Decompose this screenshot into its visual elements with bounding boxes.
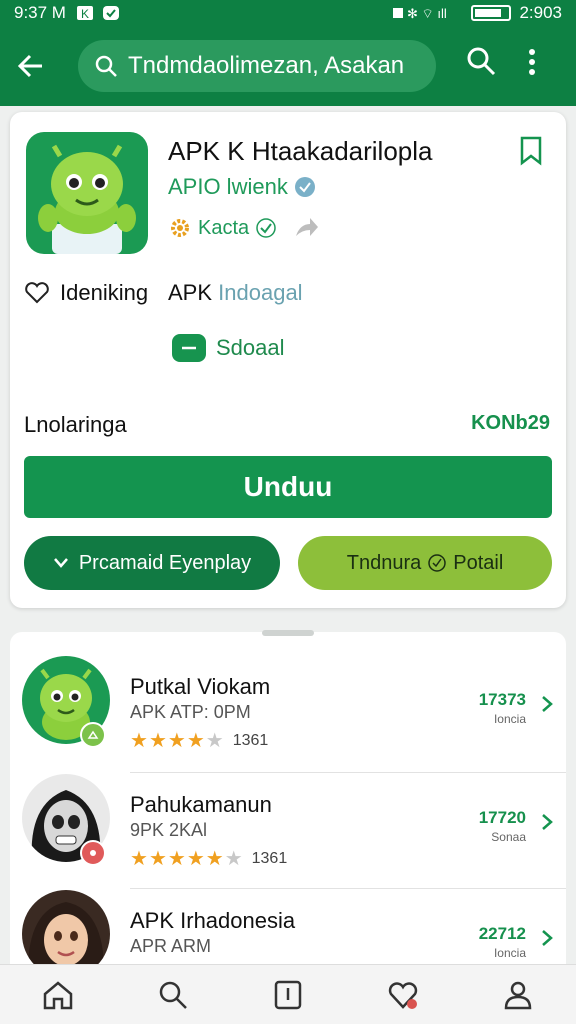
nav-profile[interactable] xyxy=(493,970,543,1020)
share-icon xyxy=(296,218,318,236)
item-meta: 9PK 2KAl xyxy=(130,820,208,840)
install-button[interactable]: Unduu xyxy=(24,456,552,518)
status-right: ✻ ⌔ ıll 2:903 xyxy=(393,3,562,23)
tag-pill[interactable]: Sdoaal xyxy=(172,334,285,362)
battery-text: 2:903 xyxy=(519,3,562,22)
back-button[interactable] xyxy=(0,36,60,96)
secondary-right-button[interactable]: Tndnura Potail xyxy=(298,536,552,590)
search-icon xyxy=(467,47,496,76)
app-developer[interactable]: APIO lwienk xyxy=(168,174,316,200)
related-apps-list: Putkal Viokam APK ATP: 0PM ★ ★ ★ ★ ★ 1361 17… xyxy=(10,632,566,972)
nav-home[interactable] xyxy=(33,970,83,1020)
search-button[interactable] xyxy=(466,46,496,81)
rating-badge: Kacta xyxy=(168,216,277,240)
wishlist-label: Ideniking xyxy=(60,280,149,305)
heart-icon xyxy=(388,981,418,1009)
item-name: Putkal Viokam xyxy=(130,674,271,699)
person-icon xyxy=(505,981,532,1009)
category-suffix: Indoagal xyxy=(218,280,303,305)
app-icon xyxy=(26,132,148,254)
install-label: Unduu xyxy=(243,471,333,502)
secondary-left-button[interactable]: Prcamaid Eyenplay xyxy=(24,536,280,590)
chevron-right-icon xyxy=(540,812,554,837)
android-robot-icon xyxy=(38,144,136,254)
list-item[interactable]: Putkal Viokam APK ATP: 0PM ★ ★ ★ ★ ★ 1361 17… xyxy=(10,632,566,752)
rating-label: Kacta xyxy=(198,216,250,239)
secondary-left-label: Prcamaid Eyenplay xyxy=(78,551,252,574)
chevron-right-icon xyxy=(540,928,554,953)
item-number-label: Ioncia xyxy=(493,946,526,960)
item-meta: APR ARM xyxy=(130,936,212,956)
rating-count: 1361 xyxy=(232,731,269,749)
more-vert-icon xyxy=(529,49,535,75)
secondary-right-suffix: Potail xyxy=(453,551,504,574)
svg-text:K: K xyxy=(81,7,89,21)
category-row: APK Indoagal xyxy=(168,280,303,306)
search-text: Tndmdaolimezan, Asakan xyxy=(128,52,405,79)
tag-label: Sdoaal xyxy=(216,335,285,360)
heart-icon xyxy=(25,282,49,304)
item-meta: APK ATP: 0PM xyxy=(130,702,251,722)
item-name: APK Irhadonesia xyxy=(130,908,296,933)
bottom-navigation xyxy=(0,964,576,1024)
chat-icon xyxy=(102,6,119,20)
nav-search[interactable] xyxy=(148,970,198,1020)
item-number: 17720 xyxy=(478,808,526,827)
check-circle-icon xyxy=(256,218,276,238)
app-title: APK K Htaakadarilopla xyxy=(168,136,433,166)
nav-wishlist[interactable] xyxy=(378,970,428,1020)
app-bar: Tndmdaolimezan, Asakan xyxy=(0,26,576,106)
section-value: KONb29 xyxy=(471,412,550,434)
home-icon xyxy=(43,980,72,1009)
k-icon: K xyxy=(76,6,93,21)
status-bar: 9:37 M K ✻ ⌔ ıll 2:903 xyxy=(0,0,576,26)
notification-icons: K xyxy=(76,5,120,21)
section-label: Lnolaringa xyxy=(24,412,127,437)
status-time: 9:37 M xyxy=(14,3,66,22)
more-options-button[interactable] xyxy=(528,48,536,81)
app-developer-name: APIO lwienk xyxy=(168,174,288,199)
clock-check-icon xyxy=(428,554,446,572)
battery-icon xyxy=(471,5,512,21)
badge-icon xyxy=(80,722,106,748)
person-avatar-icon xyxy=(22,890,110,972)
bookmark-button[interactable] xyxy=(518,136,544,171)
bookmark-icon xyxy=(520,136,542,166)
chevron-right-icon xyxy=(540,694,554,719)
drag-handle[interactable] xyxy=(262,630,314,636)
list-item[interactable]: Pahukamanun 9PK 2KAl ★ ★ ★ ★ ★ ★ 1361 17720 S… xyxy=(10,750,566,870)
search-field[interactable]: Tndmdaolimezan, Asakan xyxy=(78,40,436,92)
tag-icon xyxy=(172,334,206,362)
library-icon xyxy=(274,980,302,1009)
badge-icon xyxy=(80,840,106,866)
svg-text:✻ ⌔ ıll: ✻ ⌔ ıll xyxy=(407,6,447,21)
signal-icons: ✻ ⌔ ıll xyxy=(393,6,447,21)
nav-library[interactable] xyxy=(263,970,313,1020)
item-number: 22712 xyxy=(478,924,526,943)
back-arrow-icon xyxy=(17,54,42,78)
chevron-down-icon xyxy=(53,558,68,568)
secondary-right-label: Tndnura xyxy=(346,551,422,574)
item-number: 17373 xyxy=(478,690,526,709)
item-number-label: Sonaa xyxy=(491,830,526,844)
app-detail-card: APK K Htaakadarilopla APIO lwienk Kacta … xyxy=(10,112,566,608)
search-icon xyxy=(159,981,187,1009)
verified-icon xyxy=(294,177,315,197)
wishlist-row[interactable]: Ideniking xyxy=(24,280,148,306)
item-name: Pahukamanun xyxy=(130,792,272,817)
search-icon xyxy=(95,55,117,77)
share-button[interactable] xyxy=(292,216,320,245)
item-number-label: Ioncia xyxy=(493,712,526,726)
gear-icon xyxy=(171,219,189,237)
list-item[interactable]: APK Irhadonesia APR ARM ★★★★★ 22712 Ionc… xyxy=(10,866,566,972)
category-prefix: APK xyxy=(168,280,213,305)
rating-count: 1361 xyxy=(251,849,288,867)
